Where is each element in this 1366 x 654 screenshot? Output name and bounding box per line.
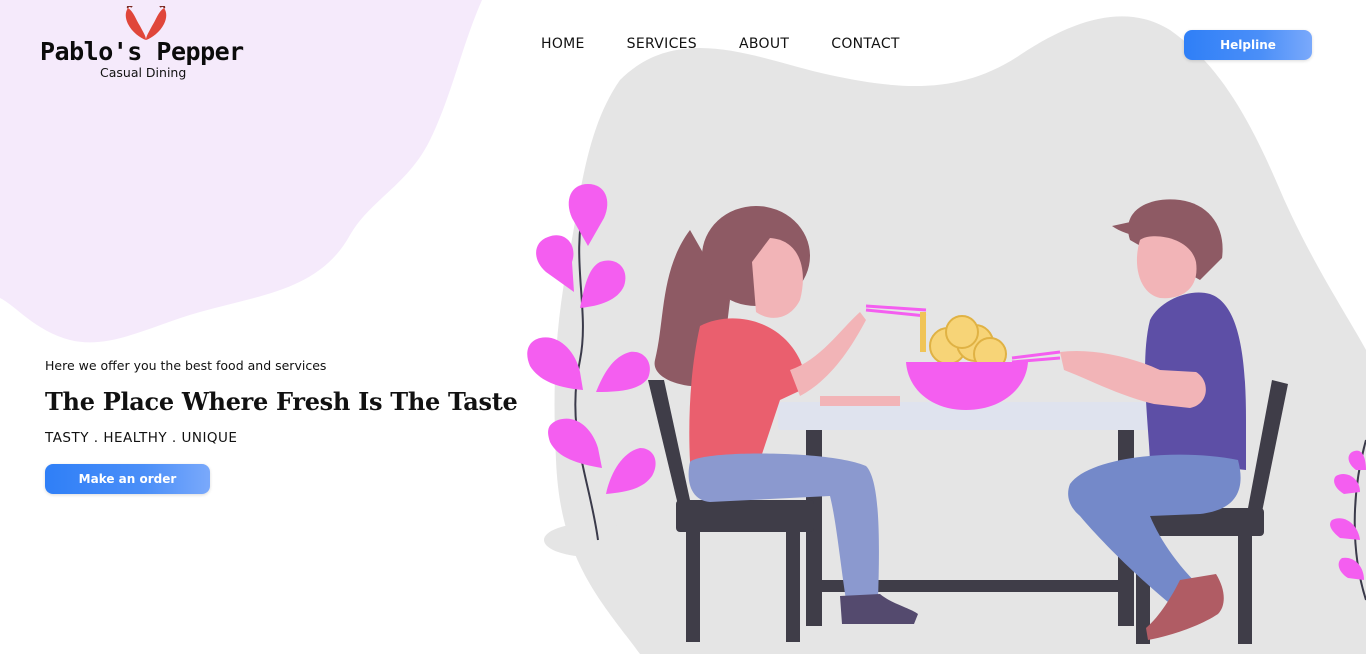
- pink-plant-left: [527, 184, 656, 541]
- main-nav: HOME SERVICES ABOUT CONTACT: [541, 35, 942, 53]
- hero-section: Here we offer you the best food and serv…: [45, 358, 518, 494]
- pink-plant-right: [1330, 439, 1366, 601]
- make-order-button[interactable]: Make an order: [45, 464, 210, 494]
- noodle-bowl: [906, 315, 1061, 410]
- hero-tagline: Here we offer you the best food and serv…: [45, 358, 327, 373]
- hero-title: The Place Where Fresh Is The Taste: [45, 387, 518, 416]
- nav-home[interactable]: HOME: [541, 35, 585, 53]
- nav-services[interactable]: SERVICES: [627, 35, 697, 53]
- brand-tagline: Casual Dining: [100, 65, 187, 80]
- helpline-button[interactable]: Helpline: [1184, 30, 1312, 60]
- brand-name: Pablo's Pepper: [40, 37, 244, 66]
- brand-logo[interactable]: Pablo's Pepper Casual Dining: [40, 6, 255, 82]
- nav-about[interactable]: ABOUT: [739, 35, 789, 53]
- dining-couple-illustration: [527, 184, 1366, 644]
- hero-keywords: TASTY . HEALTHY . UNIQUE: [45, 430, 238, 446]
- nav-contact[interactable]: CONTACT: [831, 35, 900, 53]
